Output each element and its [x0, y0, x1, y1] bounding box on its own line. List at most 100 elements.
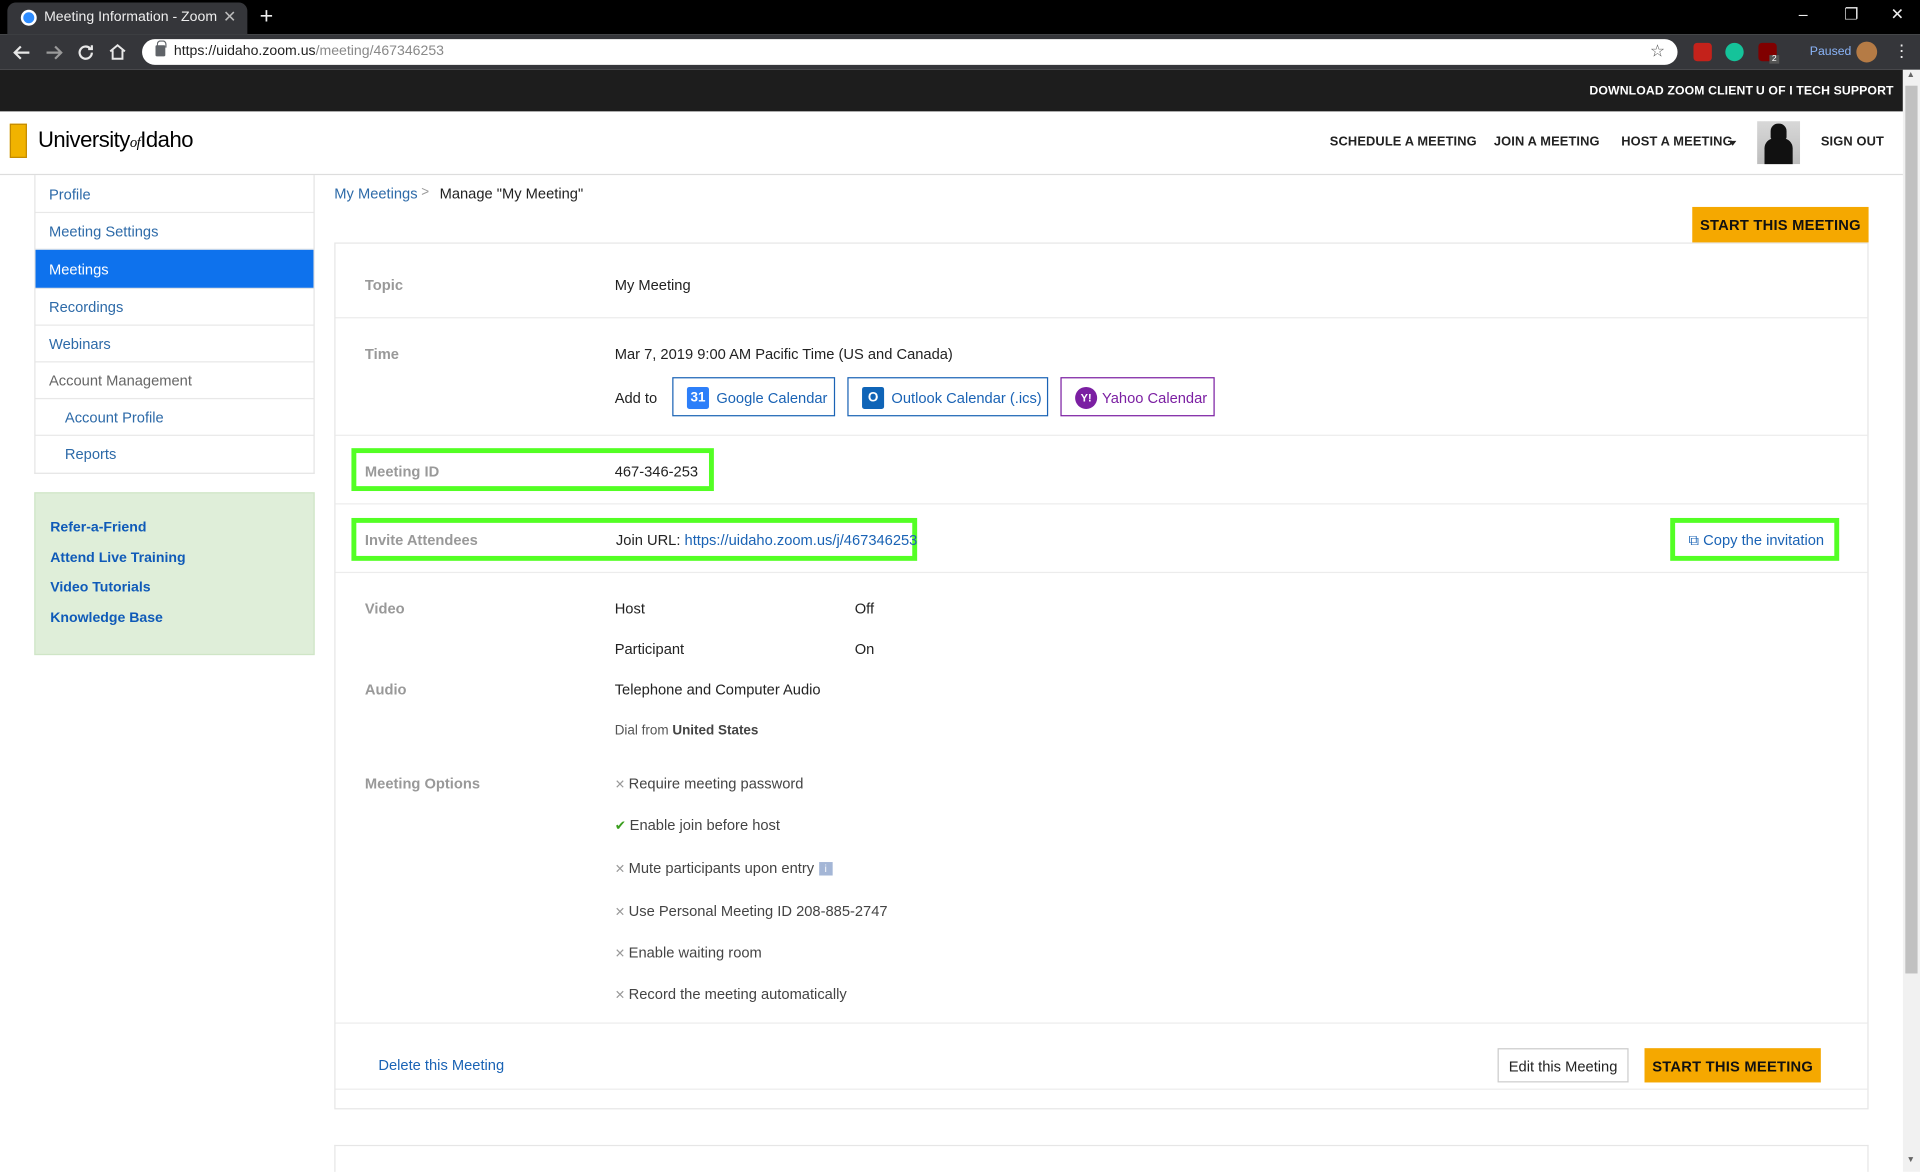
pdf-icon[interactable]: [1693, 42, 1712, 62]
option-text: Mute participants upon entry: [628, 859, 815, 877]
restore-icon[interactable]: ❐: [1844, 5, 1858, 25]
yahoo-calendar-button[interactable]: Y! Yahoo Calendar: [1060, 377, 1215, 417]
knowledge-base-link[interactable]: Knowledge Base: [50, 611, 163, 626]
copy-invitation-button[interactable]: ⧉ Copy the invitation: [1689, 531, 1824, 549]
outlook-icon: O: [862, 386, 885, 409]
time-value: Mar 7, 2019 9:00 AM Pacific Time (US and…: [614, 345, 953, 363]
tech-support-link[interactable]: U OF I TECH SUPPORT: [1756, 84, 1894, 97]
reload-icon[interactable]: [76, 43, 96, 63]
breadcrumb-current: Manage "My Meeting": [439, 184, 584, 203]
browser-menu-icon[interactable]: ⋮: [1893, 40, 1910, 61]
meeting-details-panel: [334, 242, 1869, 1110]
option-join-before-host: ✔ Enable join before host: [615, 817, 780, 834]
meeting-id-value: 467-346-253: [614, 462, 699, 481]
sidebar-item-account-management[interactable]: Account Management: [35, 362, 314, 400]
tab-close-icon[interactable]: ✕: [223, 7, 236, 27]
url-host: https://uidaho.zoom.us: [173, 44, 316, 59]
breadcrumb-my-meetings[interactable]: My Meetings: [334, 185, 417, 202]
logo-word-of: of: [129, 133, 141, 151]
video-tutorials-link[interactable]: Video Tutorials: [50, 580, 150, 595]
new-tab-icon[interactable]: +: [260, 4, 274, 31]
scrollbar-thumb[interactable]: [1905, 85, 1918, 974]
invite-label: Invite Attendees: [364, 531, 478, 549]
help-links-panel: Refer-a-Friend Attend Live Training Vide…: [34, 492, 315, 656]
participant-label: Participant: [614, 640, 685, 658]
topic-value: My Meeting: [614, 276, 691, 294]
sidebar-item-account-profile[interactable]: Account Profile: [35, 399, 314, 436]
sidebar-item-profile[interactable]: Profile: [35, 175, 314, 214]
dial-country: United States: [672, 723, 759, 739]
option-text: Enable join before host: [629, 816, 780, 834]
paused-sync-button[interactable]: Paused: [1802, 41, 1859, 63]
join-url-label: Join URL:: [615, 531, 681, 549]
delete-meeting-link[interactable]: Delete this Meeting: [378, 1057, 504, 1074]
option-text: Record the meeting automatically: [628, 985, 847, 1003]
back-arrow-icon[interactable]: [12, 43, 32, 63]
download-client-link[interactable]: DOWNLOAD ZOOM CLIENT: [1589, 84, 1753, 97]
google-calendar-label: Google Calendar: [716, 389, 828, 407]
logo-word-idaho: Idaho: [140, 127, 193, 152]
refer-friend-link[interactable]: Refer-a-Friend: [50, 520, 146, 535]
uidaho-logo-text[interactable]: UniversityofIdaho: [37, 127, 194, 153]
home-icon[interactable]: [108, 42, 128, 62]
window-close-icon[interactable]: ✕: [1891, 5, 1904, 25]
start-meeting-button-top[interactable]: START THIS MEETING: [1692, 206, 1869, 243]
profile-avatar-icon[interactable]: [1856, 41, 1878, 63]
yahoo-calendar-label: Yahoo Calendar: [1102, 389, 1208, 407]
sidebar-item-webinars[interactable]: Webinars: [35, 326, 314, 363]
nav-sign-out[interactable]: SIGN OUT: [1821, 135, 1884, 150]
outlook-calendar-button[interactable]: O Outlook Calendar (.ics): [847, 377, 1049, 417]
row-divider: [335, 434, 1868, 436]
google-calendar-icon: 31: [686, 386, 709, 409]
cross-icon: ✕: [614, 863, 625, 877]
scroll-down-icon[interactable]: ▼: [1907, 1156, 1915, 1165]
next-panel: [334, 1144, 1869, 1172]
audio-value: Telephone and Computer Audio: [614, 680, 821, 698]
ublock-badge: 2: [1769, 55, 1780, 64]
grammarly-icon[interactable]: [1725, 42, 1744, 62]
forward-arrow-icon[interactable]: [44, 43, 64, 63]
checkmark-icon: ✔: [614, 819, 626, 834]
start-meeting-button-bottom[interactable]: START THIS MEETING: [1644, 1048, 1821, 1083]
option-waiting-room: ✕ Enable waiting room: [615, 944, 762, 961]
sidebar-item-meeting-settings[interactable]: Meeting Settings: [35, 213, 314, 250]
nav-host-meeting[interactable]: HOST A MEETING: [1621, 135, 1732, 150]
row-divider: [335, 503, 1868, 505]
meeting-id-label: Meeting ID: [364, 462, 440, 481]
address-bar[interactable]: https://uidaho.zoom.us/meeting/467346253…: [142, 39, 1678, 65]
nav-join-meeting[interactable]: JOIN A MEETING: [1494, 135, 1600, 150]
google-calendar-button[interactable]: 31 Google Calendar: [672, 377, 836, 417]
logo-word-university: University: [37, 127, 130, 152]
info-icon[interactable]: i: [818, 862, 833, 876]
edit-meeting-button[interactable]: Edit this Meeting: [1497, 1048, 1629, 1083]
uidaho-logo-icon[interactable]: [9, 123, 27, 158]
nav-schedule-meeting[interactable]: SCHEDULE A MEETING: [1330, 135, 1477, 150]
browser-tab[interactable]: Meeting Information - Zoom ✕: [7, 2, 248, 35]
bookmark-star-icon[interactable]: ☆: [1650, 40, 1665, 61]
chevron-down-icon[interactable]: [1728, 140, 1737, 146]
row-divider: [335, 1088, 1868, 1090]
outlook-calendar-label: Outlook Calendar (.ics): [891, 389, 1042, 407]
sidebar-item-reports[interactable]: Reports: [36, 436, 314, 473]
user-avatar[interactable]: [1757, 121, 1801, 165]
option-text: Use Personal Meeting ID 208-885-2747: [628, 902, 888, 920]
external-link-icon: ⧉: [1688, 531, 1700, 549]
url-path: /meeting/467346253: [315, 44, 444, 59]
copy-invitation-label: Copy the invitation: [1703, 531, 1825, 549]
lock-icon: [155, 40, 167, 57]
minimize-icon[interactable]: –: [1799, 5, 1808, 23]
join-url-link[interactable]: https://uidaho.zoom.us/j/467346253: [685, 531, 918, 548]
cross-icon: ✕: [614, 906, 625, 920]
time-label: Time: [364, 345, 399, 363]
participant-video-value: On: [854, 640, 875, 658]
sidebar-item-recordings[interactable]: Recordings: [35, 289, 314, 326]
sidebar-item-meetings[interactable]: Meetings: [35, 249, 314, 289]
cross-icon: ✕: [614, 778, 625, 793]
cross-icon: ✕: [614, 947, 625, 962]
live-training-link[interactable]: Attend Live Training: [50, 551, 185, 566]
page-root: Meeting Information - Zoom ✕ + – ❐ ✕ htt…: [0, 0, 1920, 1172]
scroll-up-icon[interactable]: ▲: [1907, 71, 1915, 80]
browser-tab-bar: [0, 0, 1920, 35]
cross-icon: ✕: [614, 989, 625, 1003]
join-url-row: Join URL: https://uidaho.zoom.us/j/46734…: [616, 531, 917, 548]
